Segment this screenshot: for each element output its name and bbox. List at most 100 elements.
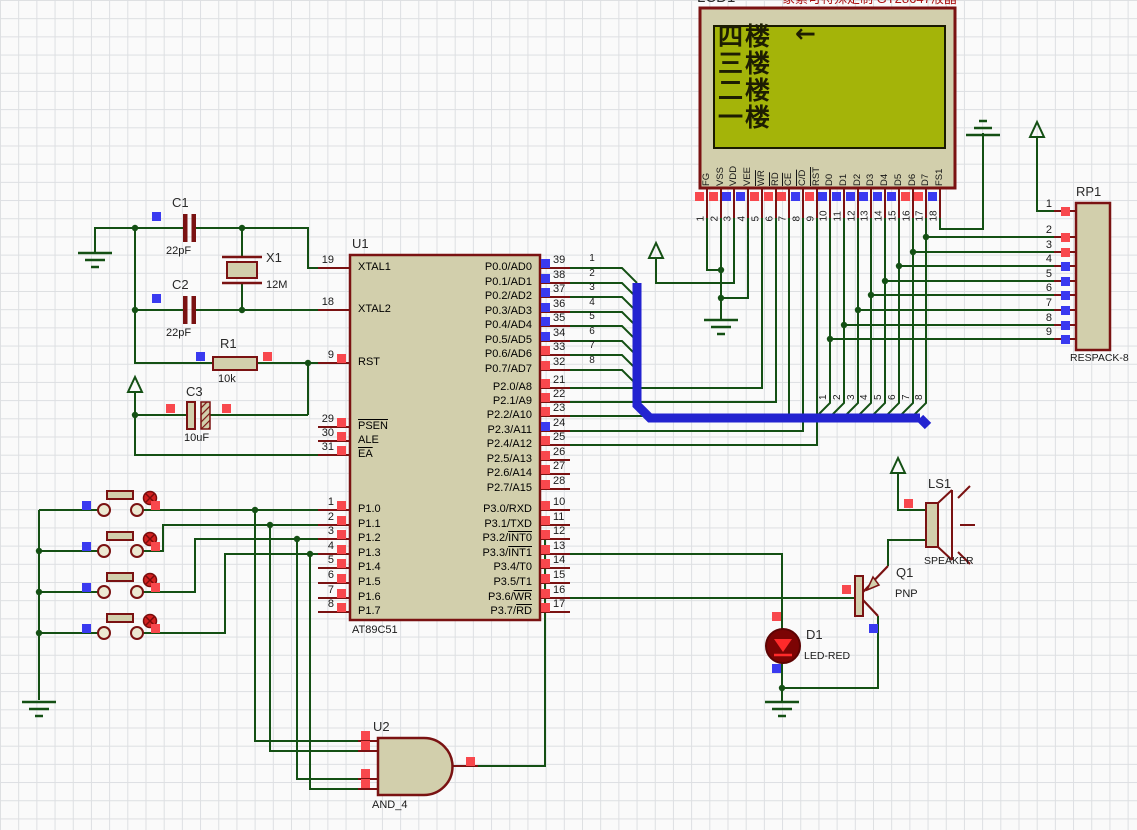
junction-dot [840, 321, 848, 329]
pin-label-overlined: RD [516, 605, 532, 617]
lcd-pin-label-text: D7 [920, 173, 931, 186]
wire[interactable] [706, 216, 721, 271]
mcu-pin-number: 5 [327, 554, 334, 566]
button-terminal[interactable] [130, 503, 144, 517]
speaker-body[interactable] [925, 502, 939, 548]
wire[interactable] [94, 227, 135, 253]
pin-label-text: P0.3/AD3 [484, 305, 532, 317]
wire[interactable] [134, 392, 320, 456]
wire[interactable] [570, 369, 638, 386]
button-cap[interactable] [106, 572, 134, 582]
capacitor-plate-hatched[interactable] [200, 401, 211, 430]
pin-state-square [337, 354, 346, 363]
junction-dot [867, 291, 875, 299]
lcd-pin-label: D6 [906, 142, 918, 186]
resistor-body[interactable] [212, 356, 258, 371]
wire[interactable] [570, 325, 638, 342]
junction-dot [717, 266, 725, 274]
transistor-base-bar[interactable] [854, 575, 864, 617]
pin-state-square [337, 432, 346, 441]
lcd-pin-number: 2 [709, 215, 721, 222]
mcu-pin-number: 27 [553, 460, 566, 472]
wire[interactable] [655, 216, 735, 284]
mcu-part-label: AT89C51 [352, 624, 398, 636]
wire[interactable] [143, 538, 320, 593]
button-terminal[interactable] [130, 626, 144, 640]
pin-state-square [1061, 291, 1070, 300]
led-part-label: LED-RED [804, 650, 851, 662]
pin-state-square [772, 612, 781, 621]
wire[interactable] [570, 216, 804, 432]
wire[interactable] [570, 553, 783, 629]
button-terminal[interactable] [130, 585, 144, 599]
button-terminal[interactable] [97, 626, 111, 640]
button-cap[interactable] [106, 613, 134, 623]
button-terminal[interactable] [97, 503, 111, 517]
mcu-pin-label: P3.4/T0 [440, 561, 532, 574]
power-arrow[interactable] [1028, 119, 1046, 138]
lcd-pin-label: CE [782, 142, 794, 186]
pin-label-text: P3.5/T1 [493, 576, 532, 588]
mcu-pin-label: P1.4 [358, 561, 381, 574]
lcd-pin-label-text: D4 [879, 173, 890, 186]
wire[interactable] [570, 340, 638, 357]
lcd-pin-label: RD [769, 142, 781, 186]
wire[interactable] [570, 354, 638, 371]
junction-dot [826, 335, 834, 343]
and-gate-body[interactable] [376, 736, 454, 797]
mcu-pin-number: 37 [553, 283, 566, 295]
mcu-pin-number: 28 [553, 475, 566, 487]
data-bus-end[interactable] [916, 414, 932, 430]
pin-state-square [772, 664, 781, 673]
respack-body[interactable] [1074, 201, 1112, 352]
wire[interactable] [570, 311, 638, 328]
capacitor-plate[interactable] [183, 296, 188, 324]
pin-label-overlined: WR [513, 591, 532, 603]
pin-state-square [541, 288, 550, 297]
pin-state-square [337, 603, 346, 612]
pin-label-text: P2.1/A9 [492, 395, 532, 407]
crystal-body[interactable] [226, 261, 258, 279]
pin-state-square [541, 465, 550, 474]
pin-state-square [1061, 335, 1070, 344]
button-terminal[interactable] [97, 544, 111, 558]
button-terminal[interactable] [97, 585, 111, 599]
wire[interactable] [570, 296, 638, 313]
wire[interactable] [143, 553, 320, 634]
pin-label-overlined: INT1 [508, 547, 532, 559]
mcu-pin-number: 2 [327, 511, 334, 523]
mcu-pin-label: PSEN [358, 420, 388, 433]
wire[interactable] [570, 216, 818, 446]
power-arrow[interactable] [126, 374, 144, 393]
lcd-pin-label-text: D2 [852, 173, 863, 186]
pin-state-square [1061, 321, 1070, 330]
mcu-pin-number: 19 [321, 254, 334, 266]
capacitor-plate[interactable] [191, 214, 197, 242]
button-cap[interactable] [106, 531, 134, 541]
button-cap[interactable] [106, 490, 134, 500]
pin-label-text: RST [358, 356, 380, 368]
mcu-pin-number: 21 [553, 374, 566, 386]
mcu-pin-number: 26 [553, 446, 566, 458]
wire[interactable] [887, 539, 926, 566]
schematic-canvas [22, 6, 1112, 797]
button-terminal[interactable] [130, 544, 144, 558]
pin-state-square [166, 404, 175, 413]
respack-pin-number: 7 [1045, 297, 1052, 309]
pin-state-square [337, 418, 346, 427]
mcu-pin-number: 6 [327, 569, 334, 581]
mcu-pin-label: P1.3 [358, 547, 381, 560]
wire[interactable] [570, 216, 777, 403]
capacitor-plate[interactable] [186, 401, 196, 430]
mcu-pin-label: P0.3/AD3 [440, 305, 532, 318]
wire[interactable] [570, 282, 638, 299]
capacitor-plate[interactable] [191, 296, 197, 324]
wire[interactable] [570, 267, 638, 284]
capacitor-plate[interactable] [183, 214, 188, 242]
wire[interactable] [570, 216, 790, 417]
power-arrow[interactable] [889, 455, 907, 474]
mcu-pin-label: P2.7/A15 [440, 482, 532, 495]
pin-label-text: P0.4/AD4 [484, 319, 532, 331]
pin-label-text: P1.2 [358, 532, 381, 544]
power-arrow[interactable] [647, 240, 665, 259]
